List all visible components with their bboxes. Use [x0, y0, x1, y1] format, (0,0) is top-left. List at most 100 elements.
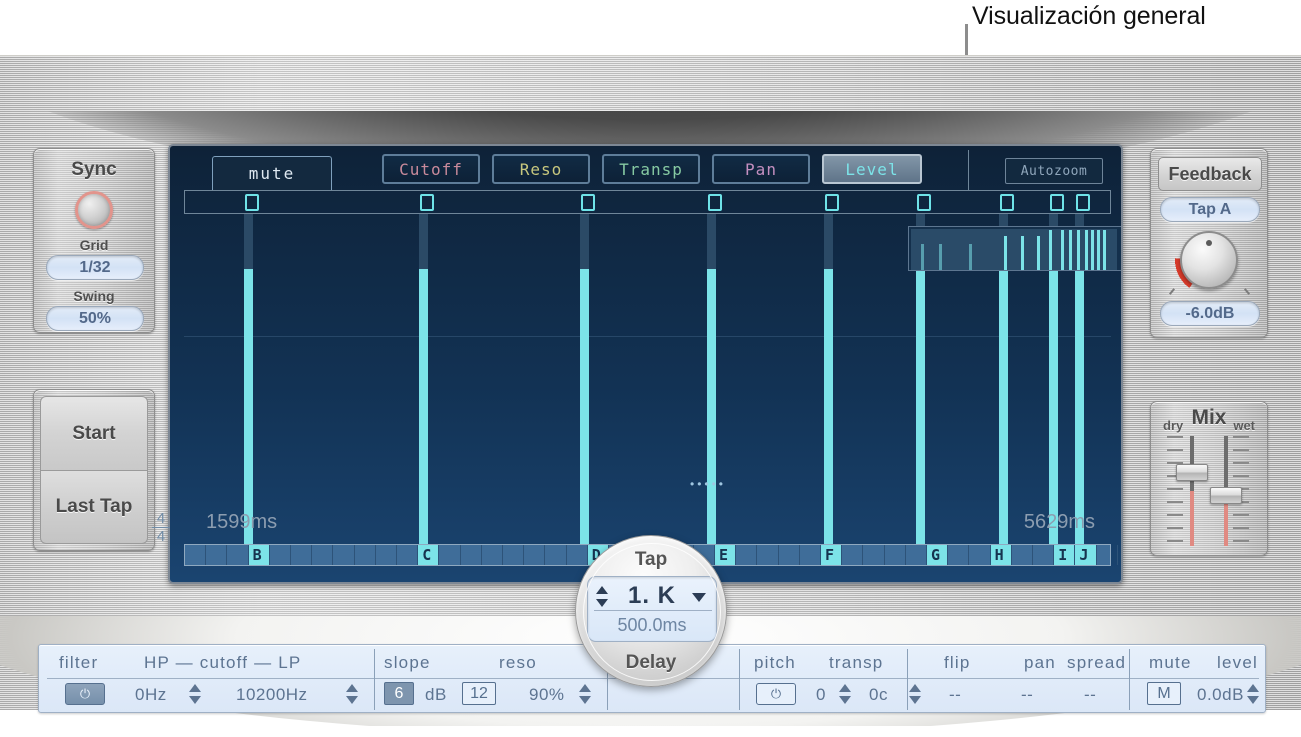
slope-12-button[interactable]: 12	[462, 682, 496, 705]
tap-cell-empty[interactable]	[545, 545, 566, 565]
tap-name-value[interactable]: 1. K	[588, 582, 716, 610]
tap-bar-j[interactable]	[1075, 269, 1084, 544]
tap-cell-empty[interactable]	[1033, 545, 1054, 565]
tap-cell-empty[interactable]	[1097, 545, 1118, 565]
mute-row[interactable]	[184, 190, 1111, 214]
tap-cell-empty[interactable]	[503, 545, 524, 565]
tap-bar-g[interactable]	[916, 269, 925, 544]
pitch-power-button[interactable]: ⏻	[756, 683, 796, 705]
tap-cell-empty[interactable]	[906, 545, 927, 565]
tap-cell-empty[interactable]	[779, 545, 800, 565]
mute-checkbox-d[interactable]	[581, 194, 595, 211]
tap-delay-control[interactable]: Tap 1. K 500.0ms Delay	[575, 535, 727, 687]
tap-bar-c[interactable]	[419, 269, 428, 544]
tap-lcd[interactable]: 1. K 500.0ms	[587, 576, 717, 642]
filter-power-button[interactable]: ⏻	[65, 683, 105, 705]
tap-cell-empty[interactable]	[948, 545, 969, 565]
hp-cutoff-value[interactable]: 0Hz	[135, 685, 167, 705]
tap-cell-empty[interactable]	[185, 545, 206, 565]
pan-value[interactable]: --	[1021, 685, 1033, 705]
transp-semitone-stepper[interactable]	[839, 684, 852, 704]
mute-toggle-button[interactable]: M	[1147, 682, 1181, 705]
overview-region[interactable]	[908, 226, 1123, 271]
spread-value[interactable]: --	[1084, 685, 1096, 705]
feedback-button[interactable]: Feedback	[1158, 157, 1262, 191]
sync-led[interactable]	[75, 191, 113, 229]
tap-cell-empty[interactable]	[1012, 545, 1033, 565]
tap-cell-empty[interactable]	[376, 545, 397, 565]
level-value[interactable]: 0.0dB	[1197, 685, 1244, 705]
tap-bar-e[interactable]	[707, 269, 716, 544]
flip-value[interactable]: --	[949, 685, 961, 705]
param-button-pan[interactable]: Pan	[712, 154, 810, 184]
level-stepper[interactable]	[1247, 684, 1260, 704]
tap-cell-f[interactable]: F	[821, 545, 842, 565]
tap-cell-h[interactable]: H	[991, 545, 1012, 565]
tap-cell-empty[interactable]	[757, 545, 778, 565]
mute-checkbox-i[interactable]	[1050, 194, 1064, 211]
tap-cell-c[interactable]: C	[418, 545, 439, 565]
swing-value-field[interactable]: 50%	[46, 306, 144, 331]
grid-value-field[interactable]: 1/32	[46, 255, 144, 280]
tap-cell-empty[interactable]	[461, 545, 482, 565]
mute-checkbox-f[interactable]	[825, 194, 839, 211]
reso-value[interactable]: 90%	[529, 685, 565, 705]
start-button[interactable]: Start	[40, 396, 148, 470]
mute-checkbox-j[interactable]	[1076, 194, 1090, 211]
tap-cell-empty[interactable]	[800, 545, 821, 565]
param-button-cutoff[interactable]: Cutoff	[382, 154, 480, 184]
last-tap-button[interactable]: Last Tap	[40, 470, 148, 544]
param-button-transp[interactable]: Transp	[602, 154, 700, 184]
mute-checkbox-g[interactable]	[917, 194, 931, 211]
transp-semitone-value[interactable]: 0	[816, 685, 826, 705]
tap-cell-empty[interactable]	[333, 545, 354, 565]
tap-graph[interactable]: 1599ms 5629ms	[184, 214, 1111, 544]
tap-cell-empty[interactable]	[482, 545, 503, 565]
slope-6-button[interactable]: 6	[384, 682, 414, 705]
hp-cutoff-stepper[interactable]	[189, 684, 202, 704]
tap-cell-b[interactable]: B	[249, 545, 270, 565]
tap-cell-g[interactable]: G	[927, 545, 948, 565]
tab-mute[interactable]: mute	[212, 156, 332, 190]
mute-checkbox-c[interactable]	[420, 194, 434, 211]
mute-checkbox-b[interactable]	[245, 194, 259, 211]
tap-cell-empty[interactable]	[439, 545, 460, 565]
mute-checkbox-e[interactable]	[708, 194, 722, 211]
tap-bar-f[interactable]	[824, 269, 833, 544]
tap-cell-empty[interactable]	[206, 545, 227, 565]
autozoom-button[interactable]: Autozoom	[1005, 158, 1103, 184]
lp-cutoff-stepper[interactable]	[346, 684, 359, 704]
dry-slider-track[interactable]	[1190, 436, 1194, 546]
tap-cell-empty[interactable]	[863, 545, 884, 565]
tap-bar-h[interactable]	[999, 269, 1008, 544]
reso-stepper[interactable]	[579, 684, 592, 704]
dry-slider-thumb[interactable]	[1176, 464, 1208, 481]
feedback-knob[interactable]	[1180, 231, 1238, 289]
tap-select-stepper[interactable]	[596, 586, 609, 607]
param-button-reso[interactable]: Reso	[492, 154, 590, 184]
tap-cell-j[interactable]: J	[1075, 545, 1096, 565]
tap-cell-empty[interactable]	[312, 545, 333, 565]
tap-cell-empty[interactable]	[842, 545, 863, 565]
tap-cell-empty[interactable]	[736, 545, 757, 565]
tap-bar-d[interactable]	[580, 269, 589, 544]
tap-cell-empty[interactable]	[270, 545, 291, 565]
tap-display[interactable]: mute Cutoff Reso Transp Pan Level Autozoom 1…	[168, 144, 1123, 584]
transp-cents-value[interactable]: 0c	[869, 685, 888, 705]
tap-bar-i[interactable]	[1049, 269, 1058, 544]
tap-bar-b[interactable]	[244, 269, 253, 544]
transp-cents-stepper[interactable]	[909, 684, 922, 704]
tap-cell-empty[interactable]	[291, 545, 312, 565]
param-button-level[interactable]: Level	[822, 154, 922, 184]
tap-cell-empty[interactable]	[885, 545, 906, 565]
tap-cell-empty[interactable]	[969, 545, 990, 565]
tap-cell-empty[interactable]	[355, 545, 376, 565]
feedback-tap-field[interactable]: Tap A	[1160, 197, 1260, 222]
tap-cell-empty[interactable]	[397, 545, 418, 565]
lp-cutoff-value[interactable]: 10200Hz	[236, 685, 308, 705]
tap-cell-i[interactable]: I	[1054, 545, 1075, 565]
feedback-level-field[interactable]: -6.0dB	[1160, 301, 1260, 326]
tap-cell-empty[interactable]	[524, 545, 545, 565]
mute-checkbox-h[interactable]	[1000, 194, 1014, 211]
chevron-down-icon[interactable]	[692, 593, 706, 602]
